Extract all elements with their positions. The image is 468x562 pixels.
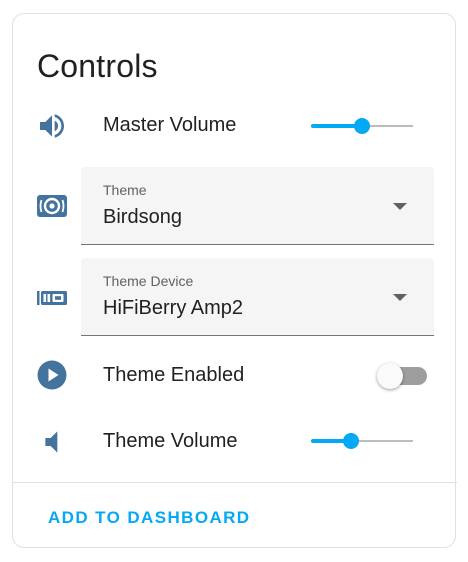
theme-volume-row: Theme Volume [13, 426, 457, 458]
theme-enabled-toggle[interactable] [375, 362, 429, 390]
toggle-knob[interactable] [377, 363, 403, 389]
theme-field-value: Birdsong [103, 206, 182, 228]
expansion-card-icon [37, 291, 67, 305]
volume-low-icon [45, 431, 58, 453]
card-divider [13, 482, 457, 483]
master-volume-thumb[interactable] [354, 118, 370, 134]
card-title: Controls [37, 48, 158, 84]
theme-device-field-label: Theme Device [103, 273, 194, 289]
master-volume-slider[interactable] [311, 116, 413, 136]
controls-card: Controls Master Volume Theme Birdsong Th… [12, 13, 457, 548]
theme-device-select[interactable]: Theme Device HiFiBerry Amp2 [81, 258, 434, 336]
theme-enabled-row: Theme Enabled [13, 359, 457, 391]
theme-field-label: Theme [103, 182, 147, 198]
chevron-down-icon[interactable] [393, 203, 407, 210]
theme-enabled-label: Theme Enabled [103, 364, 245, 386]
volume-high-icon [40, 114, 64, 138]
master-volume-label: Master Volume [103, 114, 237, 136]
play-circle-icon [37, 360, 67, 390]
theme-select[interactable]: Theme Birdsong [81, 167, 434, 245]
master-volume-row: Master Volume [13, 110, 457, 142]
speaker-icon [37, 195, 67, 217]
chevron-down-icon[interactable] [393, 294, 407, 301]
theme-volume-label: Theme Volume [103, 430, 238, 452]
theme-device-field-value: HiFiBerry Amp2 [103, 297, 244, 319]
theme-volume-slider[interactable] [311, 431, 413, 451]
theme-volume-thumb[interactable] [342, 433, 359, 449]
add-to-dashboard-button[interactable]: ADD TO DASHBOARD [48, 508, 250, 528]
